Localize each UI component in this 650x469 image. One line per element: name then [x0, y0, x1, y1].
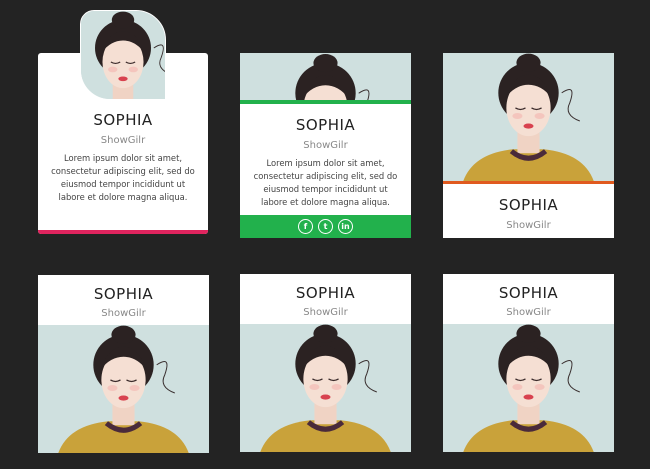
profile-photo: [443, 53, 614, 181]
card-role: ShowGilr: [303, 140, 348, 151]
accent-line: [443, 181, 614, 184]
profile-photo: [240, 53, 411, 101]
card-name: SOPHIA: [295, 284, 356, 302]
profile-card-5[interactable]: SOPHIA ShowGilr: [240, 274, 411, 452]
card-name: SOPHIA: [498, 196, 559, 214]
profile-card-6[interactable]: SOPHIA ShowGilr: [443, 274, 614, 452]
card-role: ShowGilr: [303, 307, 348, 318]
profile-card-2[interactable]: SOPHIA ShowGilr Lorem ipsum dolor sit am…: [240, 53, 411, 238]
profile-photo: [443, 324, 614, 452]
accent-line: [240, 100, 411, 104]
card-description: Lorem ipsum dolor sit amet, consectetur …: [51, 153, 195, 202]
social-bar: f t in: [240, 215, 411, 238]
accent-bar: [38, 230, 208, 234]
card-name: SOPHIA: [93, 111, 153, 129]
card-role: ShowGilr: [506, 220, 551, 231]
linkedin-icon[interactable]: in: [338, 219, 353, 234]
profile-card-3[interactable]: SOPHIA ShowGilr: [443, 53, 614, 238]
facebook-icon[interactable]: f: [298, 219, 313, 234]
card-name: SOPHIA: [93, 285, 154, 303]
twitter-icon[interactable]: t: [318, 219, 333, 234]
card-name: SOPHIA: [295, 116, 356, 134]
card-role: ShowGilr: [506, 307, 551, 318]
profile-photo: [38, 325, 209, 453]
card-role: ShowGilr: [101, 308, 146, 319]
profile-photo: [80, 10, 166, 100]
card-name: SOPHIA: [498, 284, 559, 302]
profile-card-1[interactable]: SOPHIA ShowGilr Lorem ipsum dolor sit am…: [38, 10, 208, 234]
card-description: Lorem ipsum dolor sit amet, consectetur …: [253, 158, 398, 207]
profile-card-4[interactable]: SOPHIA ShowGilr: [38, 275, 209, 453]
card-role: ShowGilr: [100, 135, 146, 146]
profile-photo: [240, 324, 411, 452]
